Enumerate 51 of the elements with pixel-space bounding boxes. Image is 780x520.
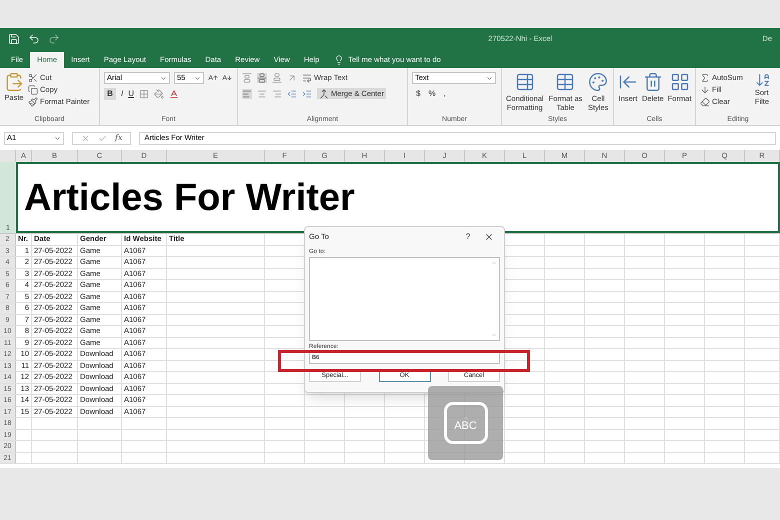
help-button[interactable]: ? xyxy=(458,231,478,243)
insert-function-label[interactable]: fx xyxy=(115,132,122,144)
chevron-down-icon xyxy=(486,74,493,82)
caret-up-icon xyxy=(462,414,470,420)
close-icon[interactable] xyxy=(484,232,494,242)
wrap-text-icon xyxy=(302,73,312,83)
increase-indent-icon[interactable] xyxy=(302,88,312,99)
paintbrush-icon xyxy=(28,97,38,107)
middle-align-icon[interactable] xyxy=(257,73,267,83)
input-mode-text: ABC xyxy=(454,420,477,432)
align-center-icon[interactable] xyxy=(257,88,267,99)
copy-icon xyxy=(28,85,38,95)
borders-icon[interactable] xyxy=(139,89,150,99)
orientation-icon[interactable] xyxy=(287,73,297,83)
align-right-icon[interactable] xyxy=(272,88,282,99)
redo-icon[interactable] xyxy=(48,33,60,45)
decrease-indent-icon[interactable] xyxy=(287,88,297,99)
percent-button[interactable]: % xyxy=(428,88,436,100)
lightbulb-icon[interactable] xyxy=(334,55,344,65)
shrink-font-icon[interactable] xyxy=(222,73,232,83)
chevron-down-icon xyxy=(160,74,167,82)
fill-down-icon xyxy=(700,85,710,95)
format-cells-icon xyxy=(670,72,690,92)
scissors-icon xyxy=(28,73,38,83)
fill-color-icon[interactable] xyxy=(154,89,164,99)
check-icon[interactable] xyxy=(98,134,107,142)
sheet-title: Articles For Writer xyxy=(24,178,355,216)
eraser-icon xyxy=(700,97,710,107)
sort-icon xyxy=(754,72,771,88)
underline-button[interactable]: U xyxy=(128,88,134,100)
merge-icon xyxy=(319,88,329,99)
chevron-down-icon xyxy=(194,74,201,82)
clipboard-icon xyxy=(4,72,24,92)
chevron-down-icon xyxy=(54,134,61,142)
cell-styles-icon xyxy=(588,72,608,92)
table-icon xyxy=(555,72,576,92)
conditional-formatting-icon xyxy=(514,72,535,92)
bottom-align-icon[interactable] xyxy=(272,73,282,83)
delete-cells-icon xyxy=(642,72,663,92)
comma-button[interactable]: , xyxy=(444,88,446,100)
cancel-icon[interactable] xyxy=(81,134,90,142)
sigma-icon xyxy=(700,73,710,83)
undo-icon[interactable] xyxy=(28,33,40,45)
italic-button[interactable]: I xyxy=(121,88,124,100)
grow-font-icon[interactable] xyxy=(208,73,218,83)
currency-button[interactable]: $ xyxy=(416,88,420,100)
font-color-icon[interactable] xyxy=(169,89,180,99)
save-icon[interactable] xyxy=(8,33,20,45)
align-left-icon[interactable] xyxy=(242,88,252,99)
bold-button[interactable]: B xyxy=(104,88,116,100)
top-align-icon[interactable] xyxy=(242,73,252,83)
